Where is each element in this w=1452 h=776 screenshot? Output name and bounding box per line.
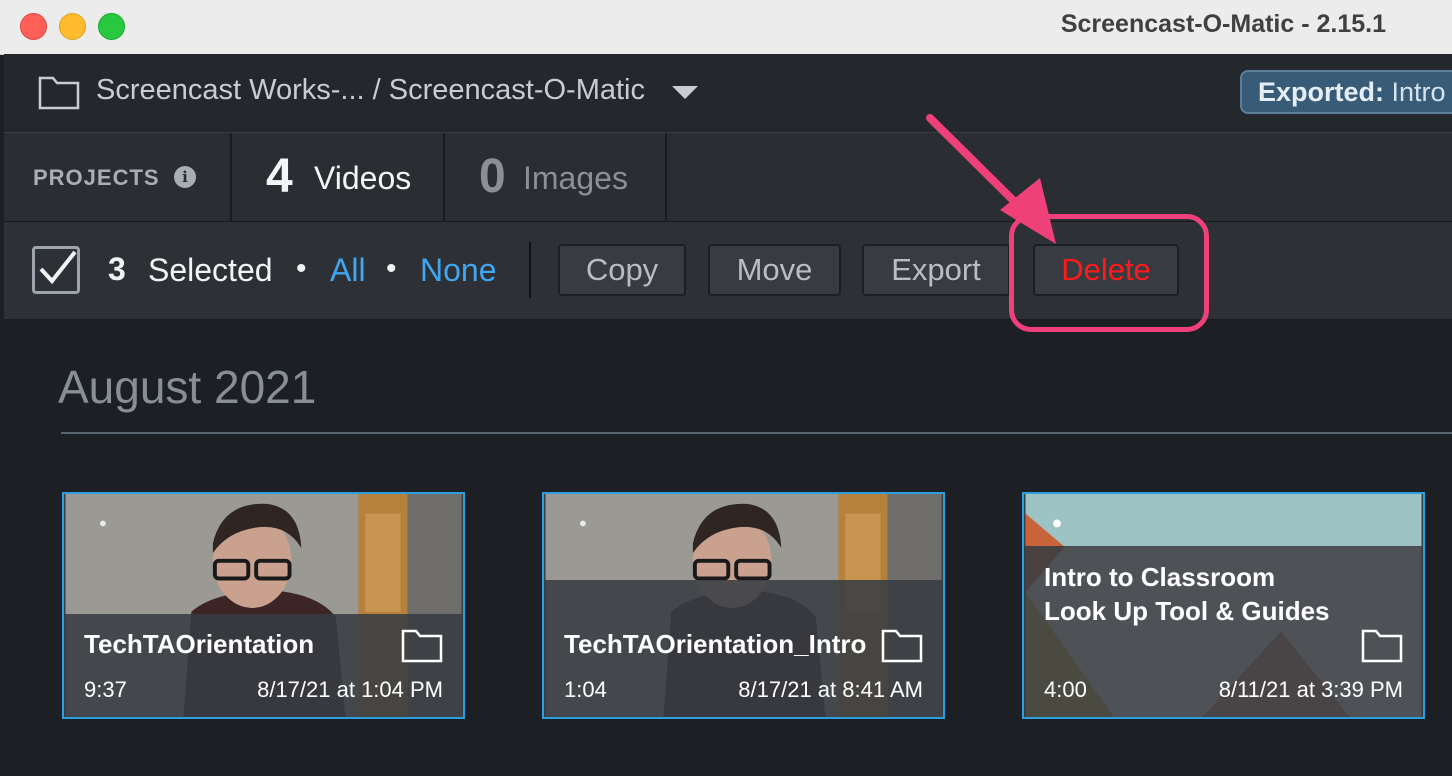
- folder-icon[interactable]: [881, 627, 923, 663]
- select-all-link[interactable]: All: [330, 252, 366, 289]
- card-date: 8/11/21 at 3:39 PM: [1218, 677, 1403, 702]
- export-button[interactable]: Export: [862, 244, 1010, 296]
- selected-label: Selected: [148, 252, 273, 288]
- videos-label: Videos: [314, 160, 412, 196]
- title-bar: Screencast-O-Matic - 2.15.1: [0, 0, 1452, 55]
- selected-count: 3: [108, 251, 126, 287]
- card-title: TechTAOrientation: [84, 629, 315, 659]
- zoom-window-button[interactable]: [98, 13, 125, 40]
- images-label: Images: [523, 160, 628, 196]
- select-none-link[interactable]: None: [420, 252, 497, 289]
- move-button[interactable]: Move: [708, 244, 841, 296]
- checkmark-icon: [39, 250, 77, 285]
- card-duration: 1:04: [564, 677, 607, 702]
- card-title: TechTAOrientation_Intro: [564, 629, 867, 659]
- separator-dot: •: [386, 252, 397, 285]
- card-date: 8/17/21 at 8:41 AM: [738, 677, 923, 702]
- tab-projects[interactable]: PROJECTS i: [4, 133, 232, 221]
- path-bar: Screencast Works-... / Screencast-O-Mati…: [4, 54, 1452, 132]
- chevron-down-icon[interactable]: [672, 86, 698, 99]
- minimize-window-button[interactable]: [59, 13, 86, 40]
- images-count: 0: [479, 150, 506, 203]
- select-checkbox[interactable]: [32, 246, 80, 294]
- month-heading: August 2021: [58, 361, 317, 413]
- separator-dot: •: [296, 252, 307, 285]
- video-card[interactable]: TechTAOrientation_Intro 1:04 8/17/21 at …: [542, 492, 945, 719]
- tab-videos[interactable]: 4 Videos: [232, 133, 445, 221]
- close-window-button[interactable]: [20, 13, 47, 40]
- window-title: Screencast-O-Matic - 2.15.1: [1060, 10, 1386, 38]
- selection-bar: 3 Selected • All • None Copy Move Export…: [4, 222, 1452, 320]
- tabs-bar: PROJECTS i 4 Videos 0 Images: [4, 132, 1452, 222]
- projects-label: PROJECTS: [33, 165, 160, 190]
- exported-value: Intro: [1391, 77, 1446, 107]
- path-breadcrumb[interactable]: Screencast Works-... / Screencast-O-Mati…: [96, 74, 645, 107]
- videos-count: 4: [266, 150, 293, 203]
- info-icon[interactable]: i: [174, 166, 196, 188]
- folder-icon[interactable]: [38, 74, 80, 110]
- section-divider: [61, 432, 1452, 434]
- exported-label: Exported:: [1258, 77, 1385, 107]
- folder-icon[interactable]: [1361, 627, 1403, 663]
- card-duration: 9:37: [84, 677, 127, 702]
- card-title: Intro to Classroom Look Up Tool & Guides: [1044, 562, 1330, 626]
- folder-icon[interactable]: [401, 627, 443, 663]
- copy-button[interactable]: Copy: [558, 244, 686, 296]
- tab-images[interactable]: 0 Images: [445, 133, 667, 221]
- card-date: 8/17/21 at 1:04 PM: [257, 677, 443, 702]
- delete-highlight-box: [1009, 214, 1209, 332]
- divider: [529, 242, 531, 298]
- video-card[interactable]: Intro to Classroom Look Up Tool & Guides…: [1022, 492, 1425, 719]
- video-card[interactable]: TechTAOrientation 9:37 8/17/21 at 1:04 P…: [62, 492, 465, 719]
- card-duration: 4:00: [1044, 677, 1087, 702]
- content-area: August 2021 TechTAOrientation 9:37 8/17/…: [4, 320, 1452, 776]
- exported-badge[interactable]: Exported: Intro: [1240, 70, 1452, 114]
